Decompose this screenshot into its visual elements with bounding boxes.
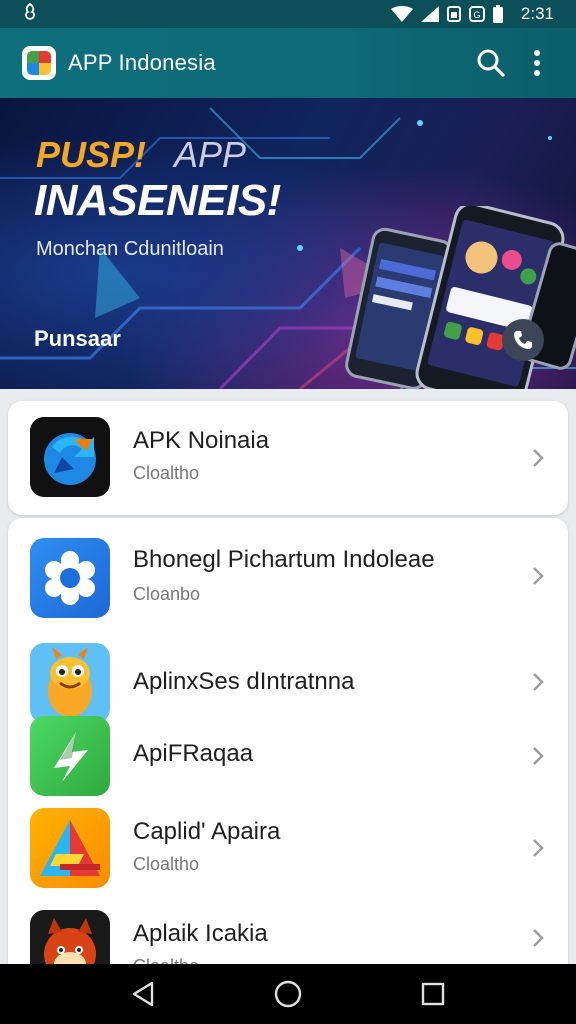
battery-icon xyxy=(492,5,503,23)
list-item-title: ApiFRaqaa xyxy=(133,740,254,767)
list-item-title: Bhonegl Pichartum Indoleae xyxy=(133,546,435,573)
banner-tag: PUSP! xyxy=(36,134,147,175)
data-icon: G xyxy=(468,6,485,22)
more-vert-icon xyxy=(534,50,540,76)
home-button[interactable] xyxy=(264,970,312,1018)
search-icon xyxy=(477,49,505,77)
promo-banner[interactable]: PUSP! APP INASENEIS! Monchan Cdunitloain… xyxy=(0,98,576,389)
chevron-right-icon xyxy=(533,449,544,467)
status-bar: G 2:31 xyxy=(0,0,576,28)
chevron-right-icon xyxy=(533,673,544,691)
more-options-button[interactable] xyxy=(514,40,560,86)
refresh-app-icon xyxy=(30,417,110,497)
banner-cta[interactable]: Punsaar xyxy=(34,326,121,352)
app-bar: APP Indonesia xyxy=(0,28,576,98)
status-time: 2:31 xyxy=(520,4,554,23)
list-item[interactable]: APK Noinaia Cloaltho xyxy=(8,401,568,515)
phones-illustration xyxy=(345,206,576,389)
recents-button[interactable] xyxy=(409,970,457,1018)
list-item-title: Aplaik Icakia xyxy=(133,920,268,947)
chevron-right-icon xyxy=(533,839,544,857)
list-item-title: APK Noinaia xyxy=(133,427,270,454)
list-item[interactable]: ApiFRaqaa xyxy=(8,714,568,800)
list-item-subtitle: Cloaltho xyxy=(133,463,200,483)
list-item-title: Caplid' Apaira xyxy=(133,818,281,845)
svg-text:G: G xyxy=(473,10,480,20)
lightning-app-icon xyxy=(30,716,110,796)
featured-card: APK Noinaia Cloaltho xyxy=(8,401,568,515)
list-item-subtitle: Cloaltho xyxy=(133,854,200,874)
app-title: APP Indonesia xyxy=(68,50,216,75)
call-button[interactable] xyxy=(502,319,544,361)
recents-icon xyxy=(422,982,445,1006)
list-item-title: AplinxSes dIntratnna xyxy=(133,668,355,695)
chevron-right-icon xyxy=(533,929,544,947)
list-item[interactable]: Caplid' Apaira Cloaltho xyxy=(8,800,568,894)
sim-icon xyxy=(446,6,461,22)
gear-flower-app-icon xyxy=(30,538,110,618)
signal-icon xyxy=(420,6,439,22)
app-logo-icon xyxy=(22,46,56,80)
triangle-app-icon xyxy=(30,808,110,888)
banner-tag-secondary: APP xyxy=(174,134,247,175)
list-item[interactable]: Aplaik Icakia Cloaltho xyxy=(8,894,568,966)
list-item[interactable]: Bhonegl Pichartum Indoleae Cloanbo xyxy=(8,518,568,636)
phone-icon xyxy=(514,331,532,349)
banner-subtitle: Monchan Cdunitloain xyxy=(36,238,224,260)
back-icon xyxy=(132,981,153,1007)
chevron-right-icon xyxy=(533,567,544,585)
app-list: Bhonegl Pichartum Indoleae Cloanbo Aplin… xyxy=(8,518,568,966)
mascot-app-icon xyxy=(30,643,110,723)
search-button[interactable] xyxy=(468,40,514,86)
list-item-subtitle: Cloanbo xyxy=(133,584,201,604)
list-item[interactable]: AplinxSes dIntratnna xyxy=(8,636,568,726)
fox-app-icon xyxy=(30,910,110,966)
chevron-right-icon xyxy=(533,747,544,765)
wifi-icon xyxy=(390,6,413,22)
back-button[interactable] xyxy=(119,970,167,1018)
home-icon xyxy=(274,980,302,1008)
notification-icon xyxy=(25,2,35,20)
banner-headline: INASENEIS! xyxy=(34,176,281,225)
navigation-bar xyxy=(0,964,576,1024)
